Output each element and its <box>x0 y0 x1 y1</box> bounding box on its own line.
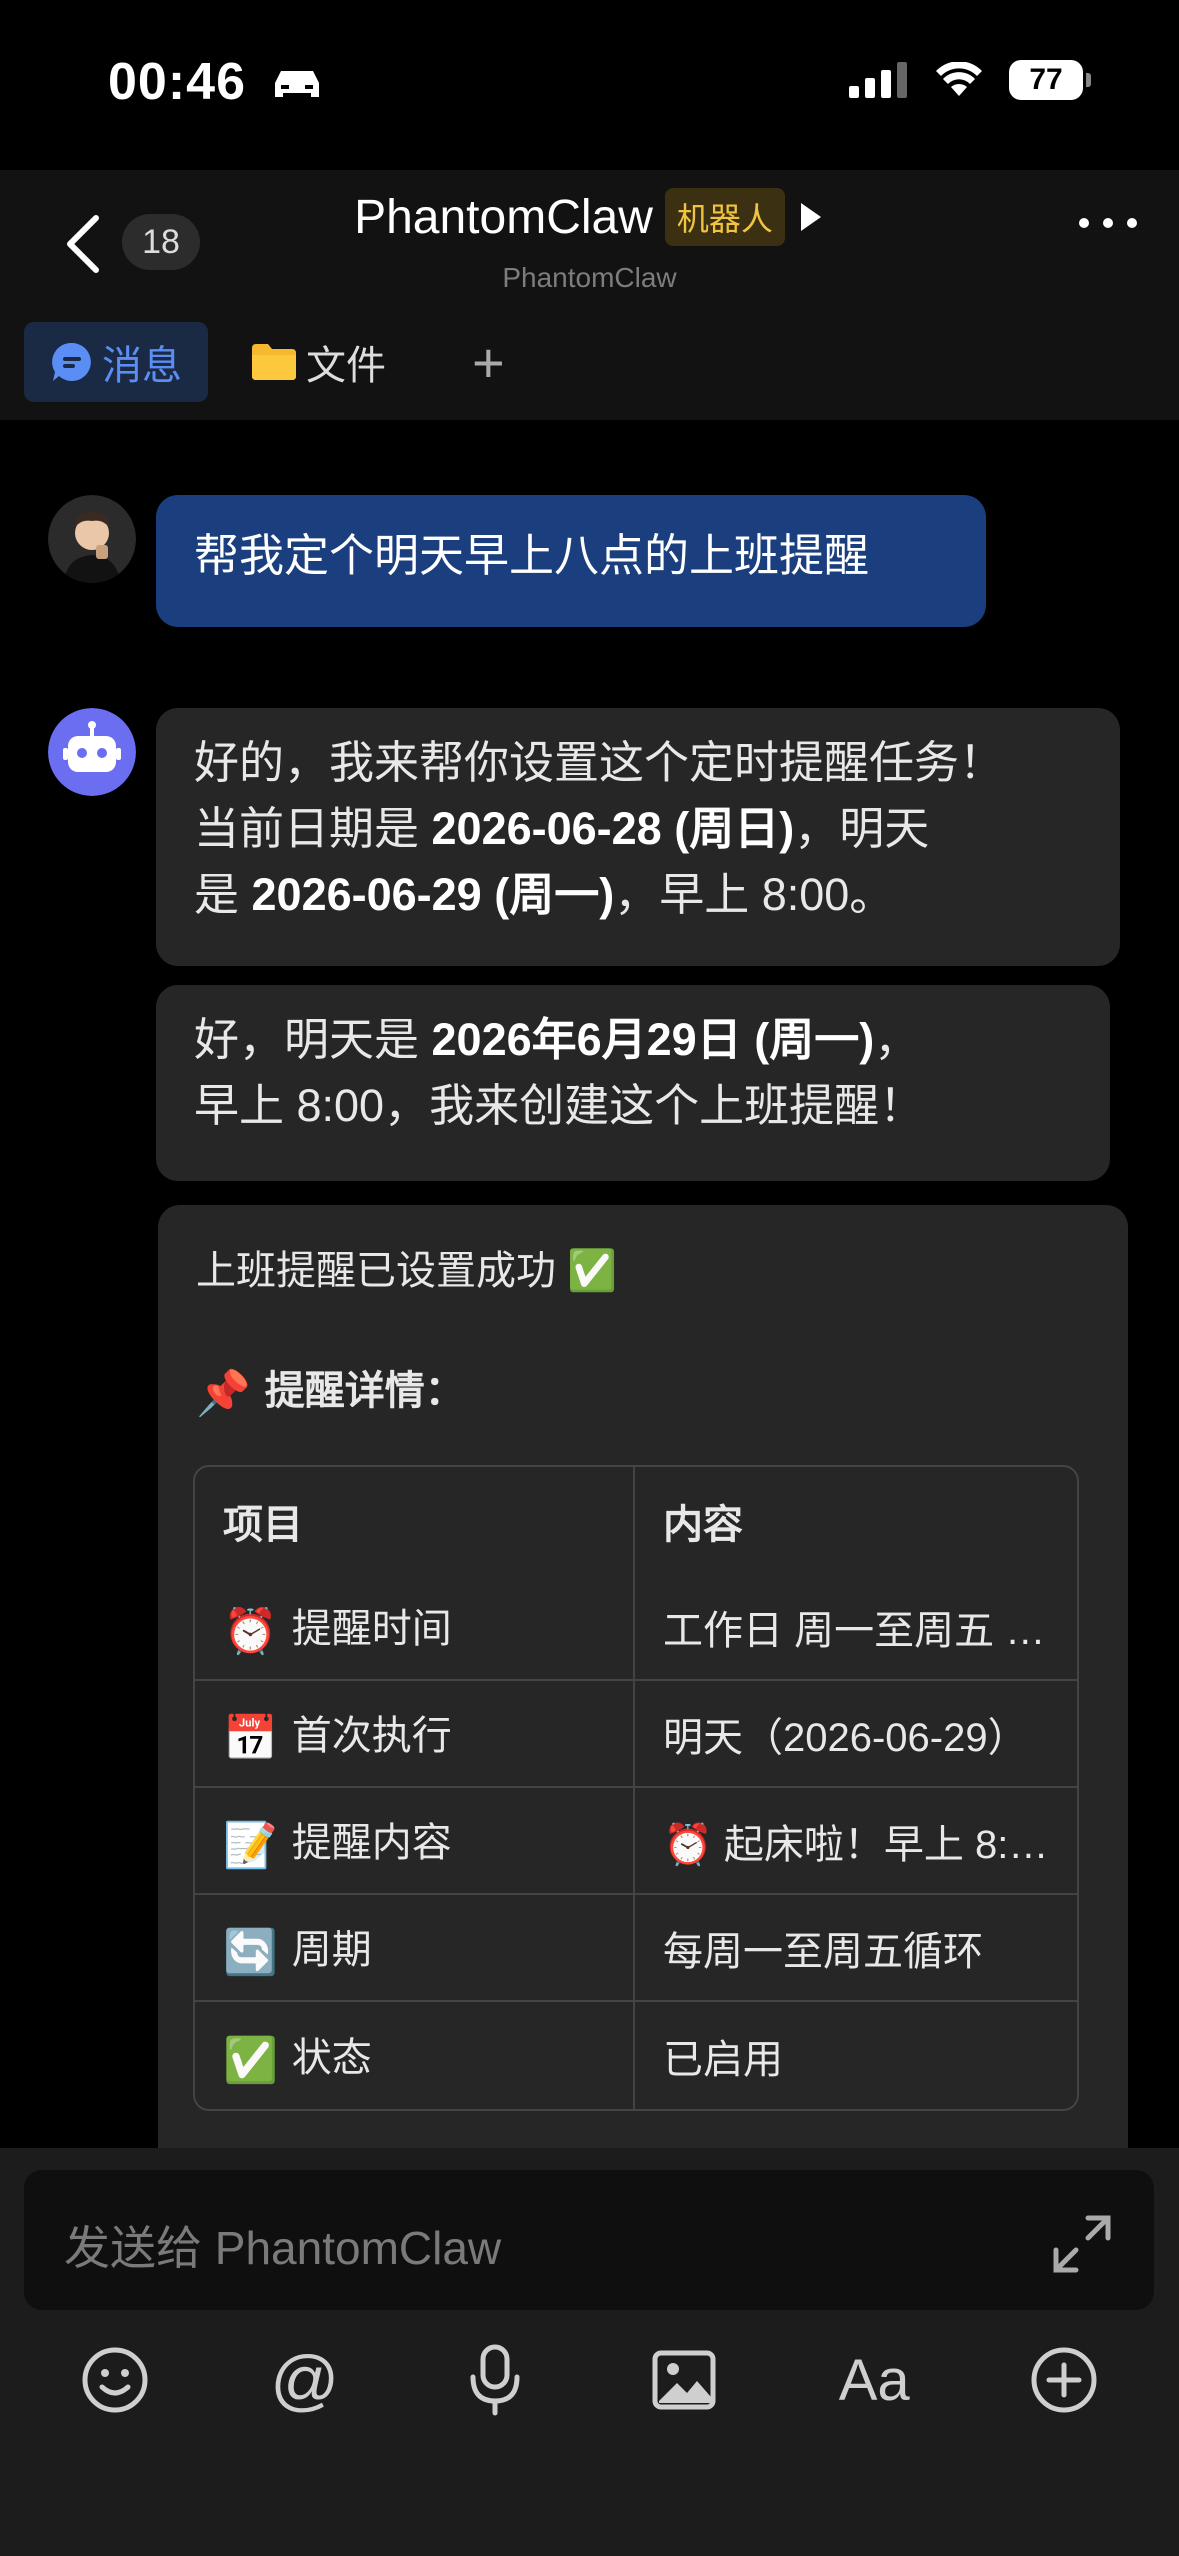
message-line: 好，明天是 2026年6月29日 (周一)， <box>194 1014 920 1065</box>
font-format-button[interactable]: Aa <box>834 2340 914 2420</box>
calendar-icon: 📅 <box>223 1714 278 1764</box>
chat-title: PhantomClaw <box>354 190 653 244</box>
more-dot-icon <box>1103 218 1113 228</box>
table-row: 📝 提醒内容 ⏰ 起床啦！早上 8:00 <box>195 1788 1077 1895</box>
table-cell-value: 明天（2026-06-29） <box>635 1681 1077 1788</box>
message-line: 是 2026-06-29 (周一)，早上 8:00。 <box>194 869 895 920</box>
pushpin-icon: 📌 <box>196 1369 251 1419</box>
text-format-icon: Aa <box>838 2347 910 2413</box>
microphone-icon <box>470 2344 520 2416</box>
play-triangle-icon <box>800 203 821 231</box>
table-cell-value: 已启用 <box>663 2037 783 2082</box>
mention-button[interactable]: @ <box>265 2340 345 2420</box>
chat-title-group[interactable]: PhantomClaw 机器人 <box>0 188 1179 246</box>
robot-icon <box>48 708 136 796</box>
repeat-icon: 🔄 <box>223 1928 278 1978</box>
voice-button[interactable] <box>455 2340 535 2420</box>
table-row: 📅 首次执行 明天（2026-06-29） <box>195 1681 1077 1788</box>
message-input-placeholder: 发送给 PhantomClaw <box>64 2222 502 2274</box>
more-dot-icon <box>1127 218 1137 228</box>
expand-icon[interactable] <box>1050 2212 1114 2276</box>
add-tab-button[interactable]: + <box>472 330 505 395</box>
reminder-details-table: 项目 内容 ⏰提醒时间 工作日 周一至周五 早上 8:00 📅首次执行 明天（2… <box>193 1465 1079 2111</box>
tab-files[interactable]: 文件 <box>224 322 412 402</box>
image-icon <box>652 2350 716 2410</box>
message-line: 好的，我来帮你设置这个定时提醒任务！ <box>194 737 1005 788</box>
table-row: 🔄 周期 每周一至周五循环 <box>195 1895 1077 2002</box>
table-row: ✅ 状态 已启用 <box>195 2002 1077 2109</box>
card-subtitle: 📌 提醒详情： <box>196 1369 465 1419</box>
bot-avatar[interactable] <box>48 708 136 801</box>
bot-message-bubble[interactable]: 好的，我来帮你设置这个定时提醒任务！ 当前日期是 2026-06-28 (周日)… <box>156 708 1120 966</box>
table-cell-value: 每周一至周五循环 <box>635 1895 1077 2002</box>
cellular-signal-icon <box>849 62 907 98</box>
tab-label: 文件 <box>306 344 386 388</box>
table-cell-item: 📝 提醒内容 <box>195 1788 635 1895</box>
more-options-button[interactable] <box>1079 218 1137 228</box>
avatar-person-icon <box>48 495 136 583</box>
check-mark-icon: ✅ <box>223 2036 278 2086</box>
bot-message-bubble[interactable]: 好，明天是 2026年6月29日 (周一)， 早上 8:00，我来创建这个上班提… <box>156 985 1110 1181</box>
table-cell-item: ⏰ 提醒时间 <box>195 1574 635 1681</box>
wifi-icon <box>936 62 982 96</box>
table-header-cell: 项目 <box>195 1467 635 1574</box>
table-cell-item: 🔄 周期 <box>195 1895 635 2002</box>
table-row: ⏰提醒时间 工作日 周一至周五 早上 8:00 <box>195 1574 1077 1681</box>
table-cell-value: ⏰ 起床啦！早上 8:00 <box>635 1788 1077 1895</box>
status-time: 00:46 <box>108 52 325 112</box>
table-header-row: 项目 内容 <box>195 1467 1077 1574</box>
at-sign-icon: @ <box>270 2342 340 2418</box>
alarm-clock-icon: ⏰ <box>223 1607 278 1657</box>
memo-icon: 📝 <box>223 1821 278 1871</box>
user-message-bubble[interactable]: 帮我定个明天早上八点的上班提醒 <box>156 495 986 627</box>
emoji-button[interactable] <box>75 2340 155 2420</box>
folder-icon <box>252 344 296 380</box>
battery-indicator: 77 <box>1009 60 1091 100</box>
message-line: 早上 8:00，我来创建这个上班提醒！ <box>194 1080 925 1131</box>
image-button[interactable] <box>644 2340 724 2420</box>
table-cell-value: 工作日 周一至周五 早上 8:00 <box>635 1574 1077 1681</box>
bot-tag: 机器人 <box>664 188 785 246</box>
table-cell-item: ✅ 状态 <box>195 2002 635 2109</box>
table-header-cell: 内容 <box>663 1502 743 1547</box>
emoji-icon <box>82 2347 148 2413</box>
more-dot-icon <box>1079 218 1089 228</box>
table-cell-item: 📅 首次执行 <box>195 1681 635 1788</box>
chat-tabs: 消息 文件 + <box>24 322 505 402</box>
user-avatar[interactable] <box>48 495 136 588</box>
tab-label: 消息 <box>102 344 182 388</box>
status-icons: 77 <box>849 60 1091 100</box>
chat-bubble-icon <box>52 342 91 381</box>
plus-circle-icon <box>1031 2347 1097 2413</box>
chat-subtitle: PhantomClaw <box>502 262 677 293</box>
tab-messages[interactable]: 消息 <box>24 322 208 402</box>
car-icon <box>275 71 320 98</box>
card-title: 上班提醒已设置成功 ✅ <box>196 1249 617 1293</box>
message-line: 当前日期是 2026-06-28 (周日)，明天 <box>194 803 930 854</box>
composer-toolbar: @ Aa <box>0 2340 1179 2420</box>
add-attachment-button[interactable] <box>1024 2340 1104 2420</box>
